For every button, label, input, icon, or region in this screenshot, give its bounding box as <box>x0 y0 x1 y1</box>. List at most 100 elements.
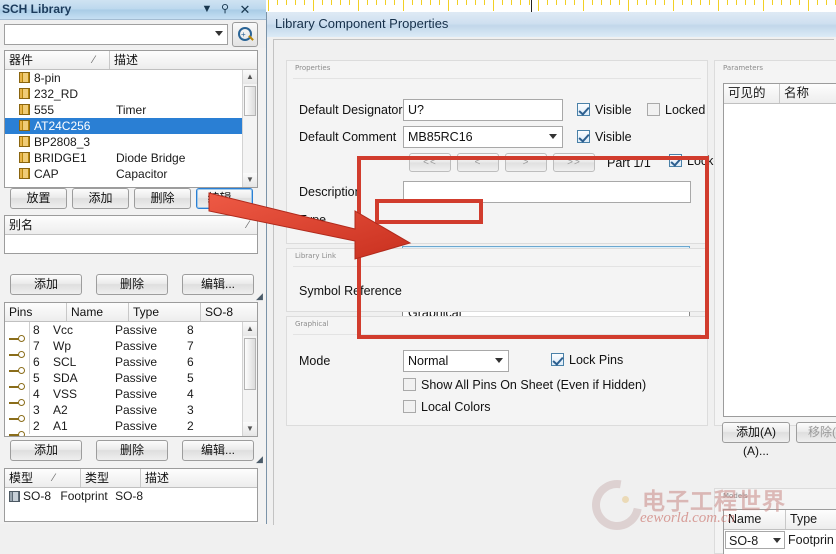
components-grid-header: 器件 描述 ⁄ <box>5 51 257 70</box>
scroll-down-icon[interactable]: ▼ <box>243 422 257 436</box>
scrollbar-vertical[interactable]: ▲ ▼ <box>242 70 257 187</box>
chevron-down-icon[interactable] <box>215 31 223 36</box>
models-group-grid[interactable]: Name Type SO-8 Footprin <box>723 509 836 554</box>
description-input[interactable] <box>403 181 691 203</box>
table-row[interactable]: SO-8 Footprin <box>724 530 836 552</box>
scrollbar-thumb[interactable] <box>244 338 256 390</box>
model-name-combo[interactable]: SO-8 <box>725 531 785 549</box>
first-part-button[interactable]: << <box>409 153 451 172</box>
list-item[interactable]: BP2808_3 <box>5 134 243 150</box>
column-header-model-type[interactable]: Type <box>786 510 836 529</box>
column-header-model-desc[interactable]: 描述 <box>141 469 255 487</box>
component-icon <box>19 72 30 83</box>
list-item[interactable]: 555 Timer <box>5 102 243 118</box>
prev-part-button[interactable]: < <box>457 153 499 172</box>
show-all-pins-label: Show All Pins On Sheet (Even if Hidden) <box>421 378 647 392</box>
models-group-header: Name Type <box>724 510 836 530</box>
pin-icon[interactable]: ⚲ <box>218 3 232 16</box>
pins-grid[interactable]: Pins Name Type SO-8 8 Vcc Passive 8 7 Wp Pass… <box>4 302 258 437</box>
splitter-grip[interactable]: ◢ <box>256 455 265 464</box>
close-icon[interactable]: ✕ <box>238 3 252 16</box>
add-parameter-button[interactable]: 添加(A) (A)... <box>722 422 790 458</box>
edit-alias-button[interactable]: 编辑... <box>182 274 254 295</box>
lock-pins-checkbox[interactable] <box>551 353 564 366</box>
scrollbar-thumb[interactable] <box>244 86 256 116</box>
designator-visible-checkbox[interactable] <box>577 103 590 116</box>
alias-grid[interactable]: 别名 ⁄ <box>4 215 258 254</box>
column-header-model-type[interactable]: 类型 <box>81 469 141 487</box>
components-grid[interactable]: 器件 描述 ⁄ 8-pin 232_RD 555 Timer AT24C256 B… <box>4 50 258 188</box>
place-button[interactable]: 放置 <box>10 188 67 209</box>
chevron-down-icon[interactable] <box>495 358 503 363</box>
column-header-type[interactable]: Type <box>129 303 201 321</box>
scroll-up-icon[interactable]: ▲ <box>243 322 257 336</box>
part-locked-checkbox[interactable] <box>669 154 682 167</box>
search-input[interactable] <box>4 24 228 45</box>
list-item[interactable]: 232_RD <box>5 86 243 102</box>
table-row[interactable]: 8 Vcc Passive 8 <box>5 322 243 342</box>
graphical-group-caption: Graphical <box>295 320 329 328</box>
column-header-model-name[interactable]: Name <box>724 510 786 529</box>
scroll-up-icon[interactable]: ▲ <box>243 70 257 84</box>
model-name-value: SO-8 <box>729 534 759 548</box>
pin-number: 4 <box>29 386 53 402</box>
pin-package: 3 <box>187 403 194 417</box>
scroll-down-icon[interactable]: ▼ <box>243 173 257 187</box>
column-header-package[interactable]: SO-8 <box>201 303 255 321</box>
edit-component-button[interactable]: 编辑... <box>196 188 253 209</box>
table-row[interactable]: 2 A1 Passive 2 <box>5 418 243 436</box>
mode-combo[interactable]: Normal <box>403 350 509 372</box>
models-grid[interactable]: 模型 类型 描述 ⁄ SO-8 Footprint SO-8 <box>4 468 258 522</box>
column-header-pins[interactable]: Pins <box>5 303 67 321</box>
designator-locked-checkbox[interactable] <box>647 103 660 116</box>
table-row[interactable]: 4 VSS Passive 4 <box>5 386 243 406</box>
list-item-selected[interactable]: AT24C256 <box>5 118 243 134</box>
edit-pin-button[interactable]: 编辑... <box>182 440 254 461</box>
component-name: BRIDGE1 <box>34 151 87 165</box>
add-component-button[interactable]: 添加 <box>72 188 129 209</box>
parameters-grid[interactable]: 可见的 名称 <box>723 83 836 417</box>
splitter-grip[interactable]: ◢ <box>256 292 265 301</box>
pin-name: SCL <box>53 355 77 369</box>
default-designator-input[interactable]: U? <box>403 99 563 121</box>
column-header-param-name[interactable]: 名称 <box>780 84 836 103</box>
chevron-down-icon[interactable] <box>549 134 557 139</box>
add-pin-button[interactable]: 添加 <box>10 440 82 461</box>
search-button[interactable]: + <box>232 22 258 47</box>
delete-pin-button[interactable]: 删除 <box>96 440 168 461</box>
table-row[interactable]: 3 A2 Passive 3 <box>5 402 243 422</box>
list-item[interactable]: CAP Capacitor <box>5 166 243 182</box>
column-header-name[interactable]: Name <box>67 303 129 321</box>
library-link-group: Library Link Symbol Reference <box>286 248 708 312</box>
sort-indicator-icon: ⁄ <box>93 54 95 66</box>
splitter-grip[interactable]: ◢ <box>256 205 265 214</box>
table-row[interactable]: 5 SDA Passive 5 <box>5 370 243 390</box>
show-all-pins-checkbox[interactable] <box>403 378 416 391</box>
properties-group-caption: Properties <box>295 64 331 72</box>
next-part-button[interactable]: > <box>505 153 547 172</box>
table-row[interactable]: 7 Wp Passive 7 <box>5 338 243 358</box>
table-row[interactable]: SO-8 Footprint SO-8 <box>5 488 257 505</box>
default-comment-combo[interactable]: MB85RC16 <box>403 126 563 148</box>
column-header-model[interactable]: 模型 <box>5 469 81 487</box>
pin-type: Passive <box>115 371 158 385</box>
pin-package: 4 <box>187 387 194 401</box>
component-desc: Capacitor <box>116 167 168 181</box>
list-item[interactable]: 8-pin <box>5 70 243 86</box>
group-divider <box>293 78 701 79</box>
table-row[interactable]: 6 SCL Passive 6 <box>5 354 243 374</box>
column-header-description[interactable]: 描述 <box>110 51 257 69</box>
scrollbar-vertical[interactable]: ▲ ▼ <box>242 322 257 436</box>
delete-component-button[interactable]: 删除 <box>134 188 191 209</box>
local-colors-checkbox[interactable] <box>403 400 416 413</box>
chevron-down-icon[interactable] <box>773 538 781 543</box>
column-header-visible[interactable]: 可见的 <box>724 84 780 103</box>
add-alias-button[interactable]: 添加 <box>10 274 82 295</box>
list-item[interactable]: BRIDGE1 Diode Bridge <box>5 150 243 166</box>
chevron-down-icon[interactable]: ▼ <box>200 3 214 16</box>
column-header-alias[interactable]: 别名 <box>5 216 255 234</box>
component-name: AT24C256 <box>34 119 91 133</box>
comment-visible-checkbox[interactable] <box>577 130 590 143</box>
last-part-button[interactable]: >> <box>553 153 595 172</box>
delete-alias-button[interactable]: 删除 <box>96 274 168 295</box>
